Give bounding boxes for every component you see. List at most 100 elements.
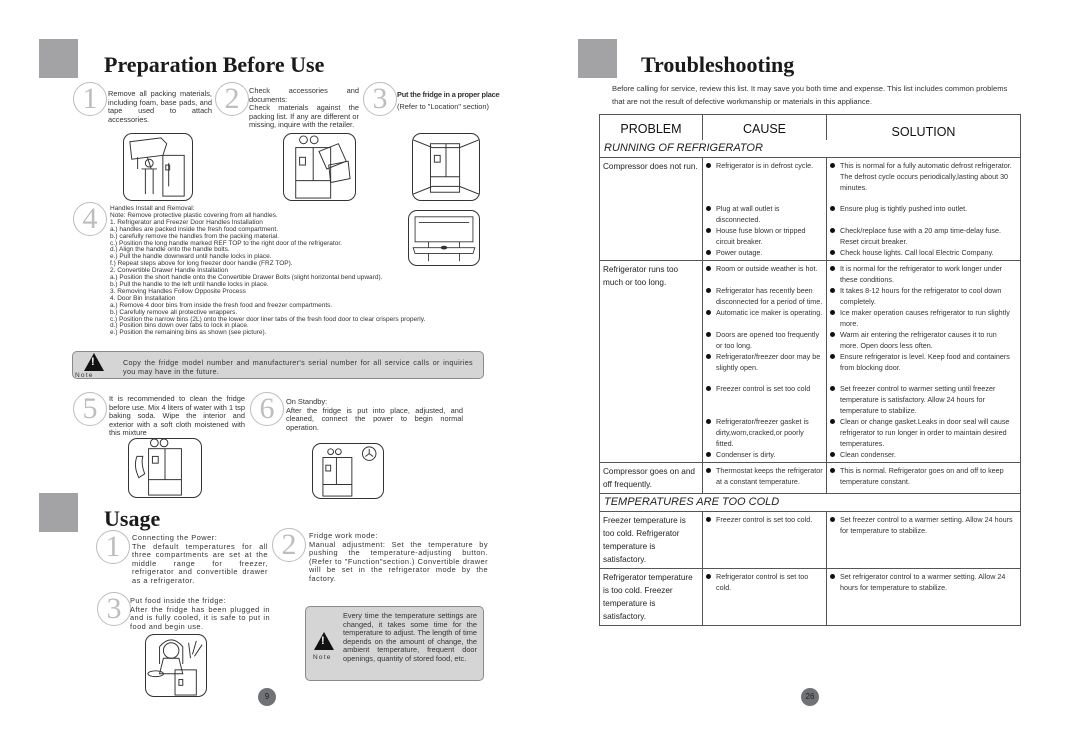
table-header-row: PROBLEM CAUSE SOLUTION [600, 115, 1020, 140]
step-number-5: 5 [73, 392, 107, 426]
section-header-row: RUNNING OF REFRIGERATOR [600, 140, 1020, 157]
table-row: Freezer temperature is too cold. Refrige… [600, 511, 1020, 568]
cause-cell: Freezer control is set too cold. [702, 512, 826, 568]
step-number-2: 2 [215, 82, 249, 116]
section-header-row: TEMPERATURES ARE TOO COLD [600, 493, 1020, 511]
cause-item: Condenser is dirty. [706, 449, 823, 460]
note-label: Note [313, 654, 332, 661]
step-number-3: 3 [363, 82, 397, 116]
solution-item: Ice maker operation causes refrigerator … [830, 307, 1017, 329]
section-title: RUNNING OF REFRIGERATOR [604, 142, 763, 154]
solution-item: This is normal for a fully automatic def… [830, 160, 1017, 193]
table-row: Compressor goes on and off frequently. Th… [600, 462, 1020, 493]
solution-group: Set freezer control to a warmer setting.… [830, 514, 1017, 536]
solution-item: Clean condenser. [830, 449, 1017, 460]
warning-exclamation: ! [91, 356, 95, 368]
illustration-placement [412, 133, 480, 201]
table-body: RUNNING OF REFRIGERATOR Compressor does n… [600, 140, 1020, 625]
cause-item: House fuse blown or tripped circuit brea… [706, 225, 823, 247]
solution-group: Set freezer control to warmer setting un… [830, 383, 1017, 460]
page-number-left: 9 [258, 688, 276, 706]
solution-cell: Set freezer control to a warmer setting.… [826, 512, 1020, 568]
troubleshooting-intro: Before calling for service, review this … [612, 84, 1008, 106]
usage-step-number-1: 1 [96, 530, 130, 564]
problem-cell: Compressor does not run. [603, 162, 698, 171]
section-marker [578, 39, 617, 78]
usage-step-3-text: Put food inside the fridge: After the fr… [130, 596, 270, 631]
cause-item: Freezer control is set too cold. [706, 514, 823, 536]
illustration-standby [312, 443, 384, 499]
solution-item: It takes 8-12 hours for the refrigerator… [830, 285, 1017, 307]
problem-cell: Freezer temperature is too cold. Refrige… [603, 516, 686, 564]
cause-item: Doors are opened too frequently or too l… [706, 329, 823, 351]
table-row: Refrigerator runs too much or too long. R… [600, 260, 1020, 462]
page-title-troubleshooting: Troubleshooting [641, 52, 795, 77]
cause-cell: Refrigerator control is set too cold. [702, 569, 826, 625]
cause-item: Automatic ice maker is operating. [706, 307, 823, 329]
cause-group: Thermostat keeps the refrigerator at a c… [706, 465, 823, 487]
cause-group: Room or outside weather is hot. Refrigera… [706, 263, 823, 373]
cause-item: Room or outside weather is hot. [706, 263, 823, 285]
step-5-text: It is recommended to clean the fridge be… [109, 394, 245, 438]
solution-item: This is normal. Refrigerator goes on and… [830, 465, 1017, 487]
step-number-4: 4 [73, 202, 107, 236]
solution-group: It is normal for the refrigerator to wor… [830, 263, 1017, 373]
section-title: TEMPERATURES ARE TOO COLD [604, 496, 780, 508]
solution-item: It is normal for the refrigerator to wor… [830, 263, 1017, 285]
illustration-unpacking [123, 133, 193, 201]
cause-item: Refrigerator/freezer door may be slightl… [706, 351, 823, 373]
cause-item: Plug at wall outlet is disconnected. [706, 203, 823, 225]
note-serial-text: Copy the fridge model number and manufac… [123, 358, 473, 376]
problem-cell: Compressor goes on and off frequently. [603, 467, 695, 489]
page-number-right: 26 [801, 688, 819, 706]
cause-item: Refrigerator control is set too cold. [706, 571, 823, 593]
solution-item: Set freezer control to a warmer setting.… [830, 514, 1017, 536]
cause-item: Power outage. [706, 247, 823, 258]
solution-item: Check house lights. Call local Electric … [830, 247, 1017, 258]
solution-group: Ensure plug is tightly pushed into outle… [830, 203, 1017, 258]
cause-item: Refrigerator/freezer gasket is dirty,wor… [706, 416, 823, 449]
note-label: Note [75, 372, 94, 379]
step-4-line: e.) Position the remaining bins as shown… [110, 329, 267, 337]
cause-item: Thermostat keeps the refrigerator at a c… [706, 465, 823, 487]
troubleshooting-table: PROBLEM CAUSE SOLUTION RUNNING OF REFRIG… [599, 114, 1021, 626]
solution-cell: This is normal for a fully automatic def… [826, 158, 1020, 260]
step-number-1: 1 [73, 82, 107, 116]
illustration-handle [408, 210, 480, 266]
step-1-text: Remove all packing materials, including … [108, 89, 212, 124]
cause-cell: Thermostat keeps the refrigerator at a c… [702, 463, 826, 493]
solution-cell: Set refrigerator control to a warmer set… [826, 569, 1020, 625]
header-problem: PROBLEM [620, 122, 682, 136]
note-temperature-text: Every time the temperature settings are … [343, 611, 477, 663]
cause-group: Refrigerator control is set too cold. [706, 571, 823, 593]
solution-item: Clean or change gasket.Leaks in door sea… [830, 416, 1017, 449]
table-row: Refrigerator temperature is too cold. Fr… [600, 568, 1020, 625]
warning-exclamation: ! [321, 635, 325, 647]
cause-cell: Room or outside weather is hot. Refrigera… [702, 261, 826, 462]
step-2-text: Check accessories and documents: Check m… [249, 86, 359, 130]
cause-cell: Refrigerator is in defrost cycle. Plug at… [702, 158, 826, 260]
cause-group: Freezer control is set too cold Refrigera… [706, 383, 823, 460]
solution-group: This is normal. Refrigerator goes on and… [830, 465, 1017, 487]
solution-cell: It is normal for the refrigerator to wor… [826, 261, 1020, 462]
cause-group: Plug at wall outlet is disconnected. Hous… [706, 203, 823, 258]
solution-group: This is normal for a fully automatic def… [830, 160, 1017, 193]
solution-item: Ensure refrigerator is level. Keep food … [830, 351, 1017, 373]
solution-item: Check/replace fuse with a 20 amp time-de… [830, 225, 1017, 247]
section-marker [39, 493, 78, 532]
step-3-text: (Refer to "Location" section) [397, 102, 489, 111]
header-cause: CAUSE [702, 115, 826, 140]
step-6-text: On Standby: After the fridge is put into… [286, 397, 463, 432]
header-solution: SOLUTION [826, 115, 1020, 140]
cause-group: Refrigerator is in defrost cycle. [706, 160, 823, 193]
illustration-putting-food [145, 634, 207, 697]
cause-group: Freezer control is set too cold. [706, 514, 823, 536]
problem-cell: Refrigerator runs too much or too long. [603, 265, 679, 287]
illustration-accessories [283, 133, 356, 201]
cause-item: Refrigerator is in defrost cycle. [706, 160, 823, 193]
cause-item: Refrigerator has recently been disconnec… [706, 285, 823, 307]
step-3-title: Put the fridge in a proper place [397, 90, 500, 99]
illustration-cleaning [128, 438, 202, 498]
usage-step-number-2: 2 [272, 528, 306, 562]
problem-cell: Refrigerator temperature is too cold. Fr… [603, 573, 693, 621]
